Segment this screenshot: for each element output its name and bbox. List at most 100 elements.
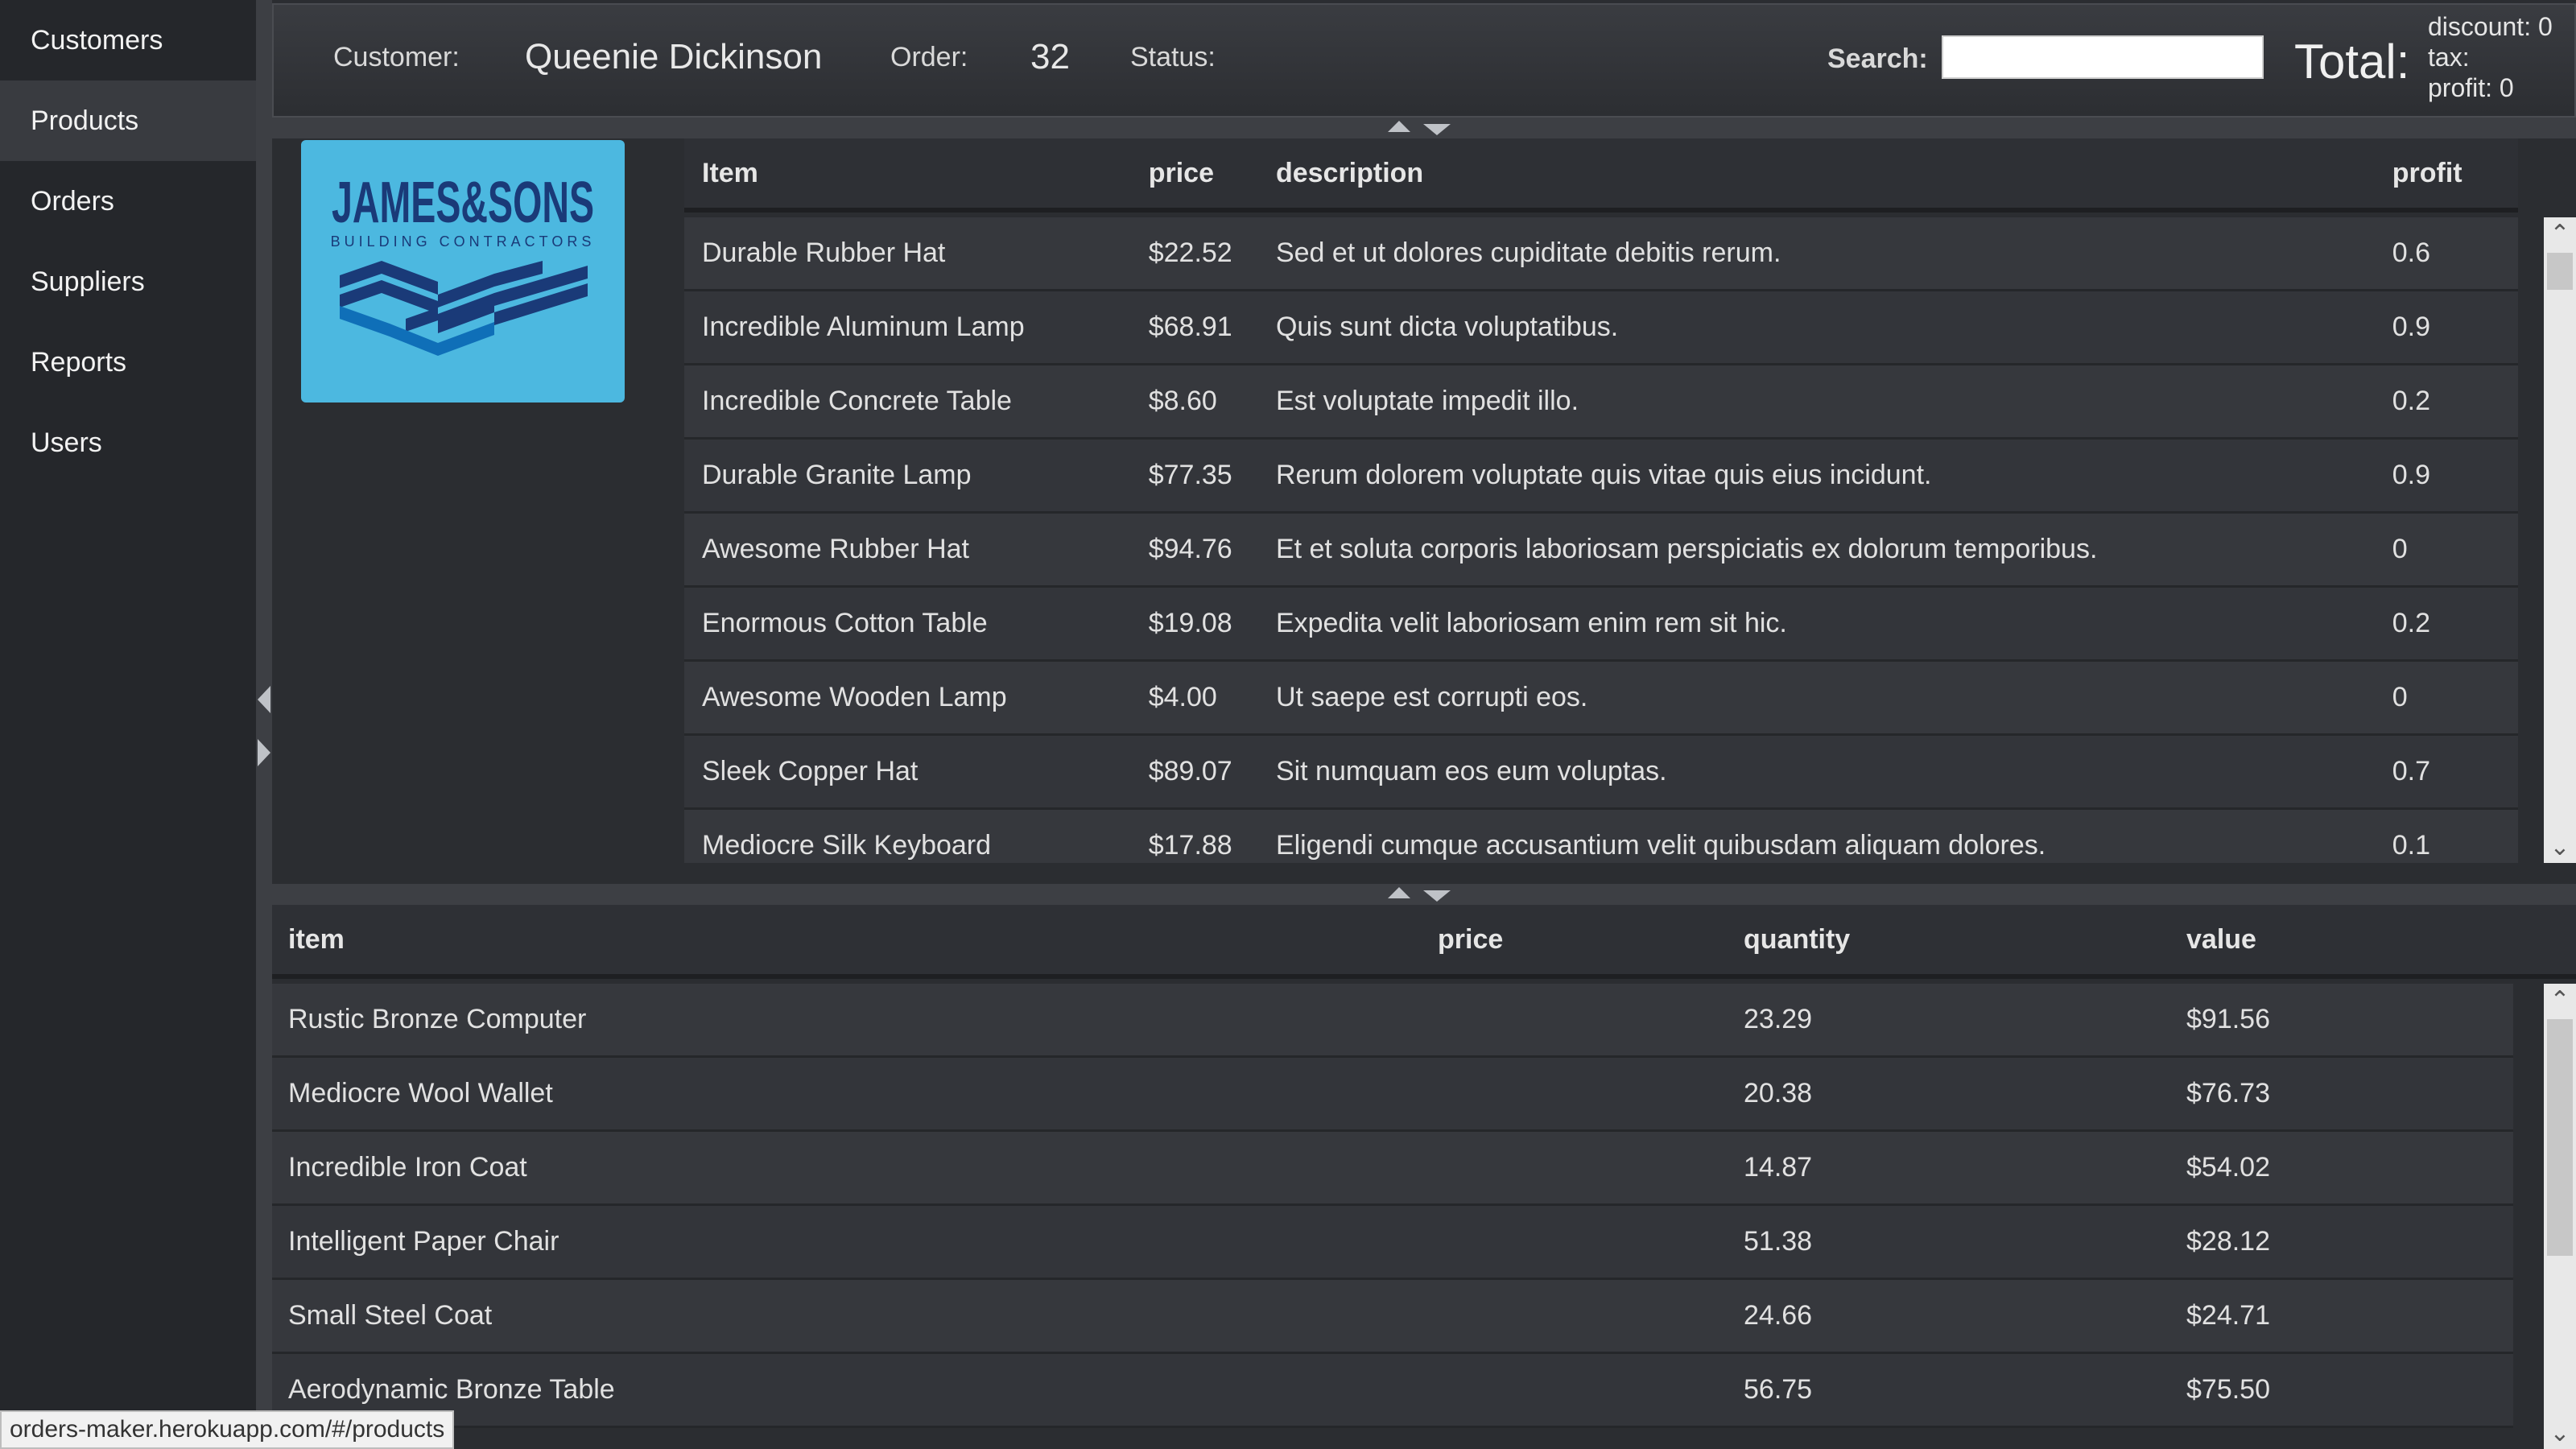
cell-item: Rustic Bronze Computer	[288, 1004, 587, 1034]
chevron-down-icon[interactable]: ⌄	[2544, 1417, 2576, 1449]
middle-splitter[interactable]	[272, 884, 2576, 905]
cell-quantity[interactable]: 51.38	[1744, 1226, 2186, 1257]
triangle-up-icon[interactable]	[1388, 887, 1410, 898]
sidebar-splitter[interactable]	[256, 0, 272, 1449]
james-sons-logo-icon: JAMES&SONS BUILDING CONTRACTORS	[331, 171, 594, 356]
svg-text:JAMES&SONS: JAMES&SONS	[332, 171, 594, 235]
cell-description: Expedita velit laboriosam enim rem sit h…	[1275, 608, 1787, 638]
cell-item: Awesome Wooden Lamp	[702, 682, 1007, 712]
sidebar-item-customers[interactable]: Customers	[0, 0, 256, 80]
profit-text: profit: 0	[2428, 73, 2514, 102]
scrollbar-thumb[interactable]	[2547, 1019, 2573, 1256]
table-row[interactable]: Sleek Copper Hat $89.07 Sit numquam eos …	[684, 736, 2518, 810]
cell-price: $68.91	[1148, 312, 1232, 342]
table-row[interactable]: Aerodynamic Bronze Table 56.75 $75.50	[272, 1354, 2513, 1428]
table-row[interactable]: Mediocre Wool Wallet 20.38 $76.73	[272, 1058, 2513, 1132]
top-splitter[interactable]	[272, 118, 2576, 138]
scrollbar-thumb[interactable]	[2547, 253, 2573, 290]
products-scrollbar[interactable]: ⌃ ⌄	[2544, 217, 2576, 863]
customer-label: Customer:	[333, 42, 460, 72]
table-row[interactable]: Incredible Concrete Table $8.60 Est volu…	[684, 365, 2518, 440]
triangle-left-icon[interactable]	[258, 686, 270, 713]
cell-profit: 0	[2392, 534, 2408, 564]
cell-quantity[interactable]: 56.75	[1744, 1374, 2186, 1406]
order-items-header: item price quantity value	[272, 905, 2576, 979]
cell-value: $24.71	[2186, 1300, 2270, 1331]
cell-quantity[interactable]: 23.29	[1744, 1004, 2186, 1035]
cell-profit: 0	[2392, 682, 2408, 712]
cell-item: Incredible Iron Coat	[288, 1152, 527, 1183]
table-row[interactable]: Enormous Cotton Table $19.08 Expedita ve…	[684, 588, 2518, 662]
cell-price: $94.76	[1148, 534, 1232, 564]
triangle-right-icon[interactable]	[258, 739, 270, 766]
customer-name[interactable]: Queenie Dickinson	[525, 37, 822, 77]
column-header-item[interactable]: Item	[684, 158, 1149, 189]
status-label: Status:	[1130, 42, 1216, 72]
cell-profit: 0.1	[2392, 830, 2431, 861]
table-row[interactable]: Awesome Wooden Lamp $4.00 Ut saepe est c…	[684, 662, 2518, 736]
cell-price: $8.60	[1148, 386, 1217, 416]
cell-description: Sit numquam eos eum voluptas.	[1275, 756, 1667, 786]
table-row[interactable]: Rustic Bronze Computer 23.29 $91.56	[272, 984, 2513, 1058]
column-header-item[interactable]: item	[272, 924, 1438, 956]
column-header-profit[interactable]: profit	[2392, 158, 2518, 189]
table-row[interactable]: Durable Rubber Hat $22.52 Sed et ut dolo…	[684, 217, 2518, 291]
sidebar-item-users[interactable]: Users	[0, 402, 256, 483]
table-row[interactable]: Incredible Aluminum Lamp $68.91 Quis sun…	[684, 291, 2518, 365]
cell-price: $19.08	[1148, 608, 1232, 638]
order-items-scrollbar[interactable]: ⌃ ⌄	[2544, 984, 2576, 1449]
order-label: Order:	[890, 42, 968, 72]
table-row[interactable]: Incredible Iron Coat 14.87 $54.02	[272, 1132, 2513, 1206]
cell-item: Enormous Cotton Table	[702, 608, 988, 638]
sidebar-item-products[interactable]: Products	[0, 80, 256, 161]
cell-description: Ut saepe est corrupti eos.	[1275, 682, 1588, 712]
order-number[interactable]: 32	[1030, 37, 1070, 77]
cell-quantity[interactable]: 24.66	[1744, 1300, 2186, 1331]
column-header-value[interactable]: value	[2186, 924, 2508, 956]
table-row[interactable]: Awesome Rubber Hat $94.76 Et et soluta c…	[684, 514, 2518, 588]
cell-quantity[interactable]: 20.38	[1744, 1078, 2186, 1109]
chevron-up-icon[interactable]: ⌃	[2544, 217, 2576, 250]
search-input[interactable]	[1942, 35, 2264, 79]
triangle-up-icon[interactable]	[1388, 121, 1410, 132]
discount-text: discount: 0	[2428, 12, 2553, 41]
status-bar-url: orders-maker.herokuapp.com/#/products	[0, 1410, 455, 1449]
cell-price: $17.88	[1148, 830, 1232, 861]
cell-description: Eligendi cumque accusantium velit quibus…	[1275, 830, 2046, 861]
cell-price: $4.00	[1148, 682, 1217, 712]
cell-profit: 0.7	[2392, 756, 2431, 786]
column-header-quantity[interactable]: quantity	[1744, 924, 2186, 956]
sidebar-item-reports[interactable]: Reports	[0, 322, 256, 402]
sidebar-item-orders[interactable]: Orders	[0, 161, 256, 242]
products-table-header: Item price description profit	[684, 138, 2518, 213]
table-row[interactable]: Intelligent Paper Chair 51.38 $28.12	[272, 1206, 2513, 1280]
cell-profit: 0.2	[2392, 386, 2431, 416]
triangle-down-icon[interactable]	[1423, 890, 1451, 902]
cell-quantity[interactable]: 14.87	[1744, 1152, 2186, 1183]
cell-profit: 0.2	[2392, 608, 2431, 638]
products-table: Item price description profit Durable Ru…	[684, 138, 2576, 863]
column-header-price[interactable]: price	[1149, 158, 1276, 189]
cell-value: $28.12	[2186, 1226, 2270, 1257]
cell-item: Mediocre Silk Keyboard	[702, 830, 992, 861]
column-header-description[interactable]: description	[1276, 158, 2392, 189]
column-header-price[interactable]: price	[1438, 924, 1744, 956]
chevron-down-icon[interactable]: ⌄	[2544, 831, 2576, 863]
cell-item: Awesome Rubber Hat	[702, 534, 969, 564]
table-row[interactable]: Durable Granite Lamp $77.35 Rerum dolore…	[684, 440, 2518, 514]
products-pane: JAMES&SONS BUILDING CONTRACTORS Item pri…	[272, 138, 2576, 863]
sidebar-item-suppliers[interactable]: Suppliers	[0, 242, 256, 322]
cell-item: Sleek Copper Hat	[702, 756, 919, 786]
triangle-down-icon[interactable]	[1423, 124, 1451, 135]
order-items-body: Rustic Bronze Computer 23.29 $91.56 Medi…	[272, 984, 2513, 1449]
products-table-body: Durable Rubber Hat $22.52 Sed et ut dolo…	[684, 217, 2518, 863]
order-items-pane: item price quantity value Rustic Bronze …	[272, 905, 2576, 1449]
cell-value: $76.73	[2186, 1078, 2270, 1108]
cell-description: Rerum dolorem voluptate quis vitae quis …	[1275, 460, 1932, 490]
table-row[interactable]: Mediocre Silk Keyboard $17.88 Eligendi c…	[684, 810, 2518, 863]
cell-profit: 0.9	[2392, 460, 2431, 490]
cell-price: $89.07	[1148, 756, 1232, 786]
chevron-up-icon[interactable]: ⌃	[2544, 984, 2576, 1016]
total-label: Total:	[2294, 35, 2410, 89]
table-row[interactable]: Small Steel Coat 24.66 $24.71	[272, 1280, 2513, 1354]
